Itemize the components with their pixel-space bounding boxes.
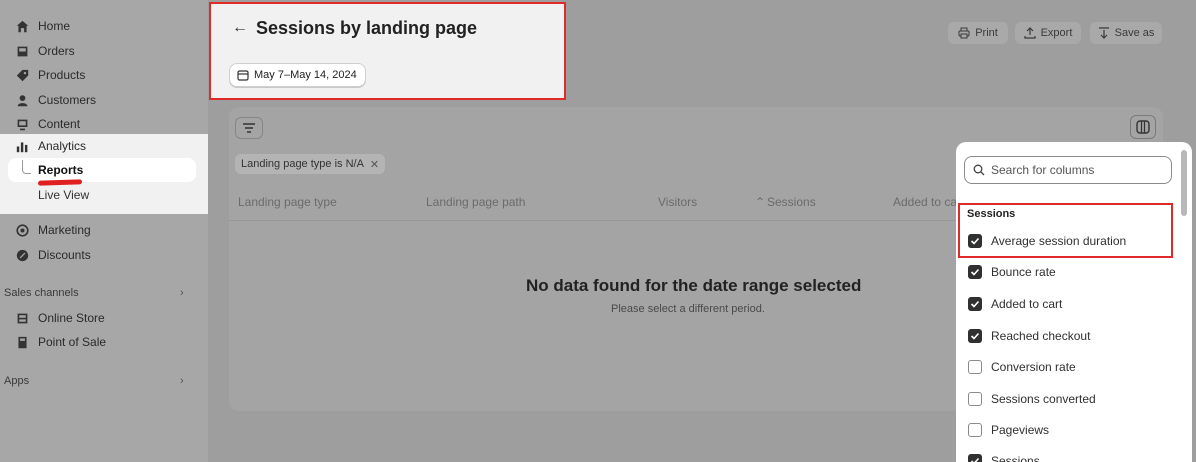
sidebar-item-label: Home [38, 19, 71, 33]
sidebar-item-orders[interactable]: Orders [0, 39, 208, 63]
sidebar-item-point-of-sale[interactable]: Point of Sale [0, 330, 208, 354]
sidebar-item-discounts[interactable]: Discounts [0, 243, 208, 267]
date-range-label: May 7–May 14, 2024 [254, 69, 357, 81]
sidebar-item-label: Online Store [38, 311, 105, 325]
column-option-sessions-converted[interactable]: Sessions converted [968, 391, 1096, 407]
column-option-label: Sessions [991, 454, 1040, 462]
column-option-added-to-cart[interactable]: Added to cart [968, 296, 1062, 312]
home-icon [14, 18, 30, 34]
pos-icon [14, 334, 30, 350]
sidebar-subitem-live-view[interactable]: Live View [38, 184, 89, 206]
page-title: Sessions by landing page [256, 18, 478, 38]
column-option-label: Reached checkout [991, 329, 1091, 343]
back-arrow-icon[interactable]: ← [232, 19, 248, 37]
save-as-label: Save as [1114, 27, 1155, 39]
sidebar-item-label: Marketing [38, 223, 91, 237]
column-option-reached-checkout[interactable]: Reached checkout [968, 328, 1090, 344]
header-divider [229, 220, 959, 221]
columns-icon [1136, 120, 1150, 134]
sidebar: Home Orders Products Customers Content A… [0, 0, 208, 462]
column-header-sessions[interactable]: Sessions [767, 195, 816, 209]
sidebar-item-products[interactable]: Products [0, 63, 208, 87]
sidebar-item-marketing[interactable]: Marketing [0, 218, 208, 242]
column-header-visitors[interactable]: Visitors [658, 195, 697, 209]
filter-tag[interactable]: Landing page type is N/A ✕ [235, 154, 386, 174]
date-range-button[interactable]: May 7–May 14, 2024 [229, 63, 366, 87]
sales-channels-heading[interactable]: Sales channels [4, 285, 79, 301]
orders-icon [14, 43, 30, 59]
export-label: Export [1040, 27, 1073, 39]
column-option-average-session-duration[interactable]: Average session duration [968, 233, 1126, 249]
sidebar-item-label: Content [38, 117, 81, 131]
sidebar-subitem-reports[interactable]: Reports [38, 159, 83, 181]
column-option-label: Bounce rate [991, 265, 1056, 279]
sidebar-item-label: Analytics [38, 139, 87, 153]
sidebar-item-label: Products [38, 68, 86, 82]
checkbox-checked[interactable] [968, 265, 982, 279]
column-option-label: Sessions converted [991, 392, 1096, 406]
column-search-field[interactable] [964, 156, 1172, 184]
store-icon [14, 310, 30, 326]
print-label: Print [975, 27, 998, 39]
target-icon [14, 222, 30, 238]
calendar-icon [237, 70, 249, 81]
checkbox-unchecked[interactable] [968, 360, 982, 374]
filter-icon [243, 123, 255, 133]
filter-button[interactable] [235, 117, 263, 139]
chevron-right-icon[interactable]: › [180, 287, 184, 299]
column-option-bounce-rate[interactable]: Bounce rate [968, 264, 1056, 280]
columns-button[interactable] [1130, 115, 1156, 139]
column-option-pageviews[interactable]: Pageviews [968, 422, 1049, 438]
chevron-right-icon[interactable]: › [180, 375, 184, 387]
checkbox-checked[interactable] [968, 454, 982, 462]
column-option-label: Conversion rate [991, 360, 1076, 374]
analytics-icon [14, 138, 30, 154]
checkbox-checked[interactable] [968, 297, 982, 311]
sidebar-item-content[interactable]: Content [0, 112, 208, 136]
column-option-label: Pageviews [991, 423, 1050, 437]
sidebar-item-label: Discounts [38, 248, 91, 262]
empty-state-title: No data found for the date range selecte… [526, 276, 862, 295]
sidebar-item-label: Customers [38, 93, 97, 107]
print-button[interactable]: Print [948, 22, 1008, 44]
save-as-button[interactable]: Save as [1090, 22, 1162, 44]
export-icon [1023, 27, 1036, 39]
column-search-input[interactable] [991, 163, 1161, 177]
tag-icon [14, 67, 30, 83]
column-header-landing-page-path[interactable]: Landing page path [426, 195, 525, 209]
checkbox-unchecked[interactable] [968, 392, 982, 406]
sort-indicator-icon[interactable]: ⌃ [755, 195, 765, 209]
sidebar-item-home[interactable]: Home [0, 14, 208, 38]
sidebar-item-customers[interactable]: Customers [0, 88, 208, 112]
checkbox-checked[interactable] [968, 234, 982, 248]
sidebar-item-label: Point of Sale [38, 335, 107, 349]
close-icon[interactable]: ✕ [370, 158, 379, 171]
save-icon [1098, 27, 1109, 39]
option-highlight-box [958, 203, 1173, 258]
export-button[interactable]: Export [1015, 22, 1081, 44]
checkbox-checked[interactable] [968, 329, 982, 343]
column-header-added-to-cart[interactable]: Added to ca [893, 195, 957, 209]
empty-state-subtitle: Please select a different period. [611, 303, 765, 315]
column-option-conversion-rate[interactable]: Conversion rate [968, 359, 1076, 375]
apps-heading[interactable]: Apps [4, 373, 29, 389]
sidebar-item-label: Orders [38, 44, 75, 58]
filter-tag-label: Landing page type is N/A [241, 158, 364, 170]
search-icon [973, 164, 985, 176]
column-option-label: Average session duration [991, 234, 1127, 248]
person-icon [14, 92, 30, 108]
content-icon [14, 116, 30, 132]
sidebar-item-online-store[interactable]: Online Store [0, 306, 208, 330]
tree-connector [22, 160, 31, 174]
popover-scrollbar[interactable] [1181, 150, 1187, 216]
sidebar-item-analytics[interactable]: Analytics [0, 134, 208, 158]
column-option-label: Added to cart [991, 297, 1063, 311]
reports-active-background [8, 158, 196, 182]
column-header-landing-page-type[interactable]: Landing page type [238, 195, 337, 209]
column-option-sessions[interactable]: Sessions [968, 453, 1040, 462]
checkbox-unchecked[interactable] [968, 423, 982, 437]
printer-icon [958, 27, 970, 39]
discount-icon [14, 247, 30, 263]
